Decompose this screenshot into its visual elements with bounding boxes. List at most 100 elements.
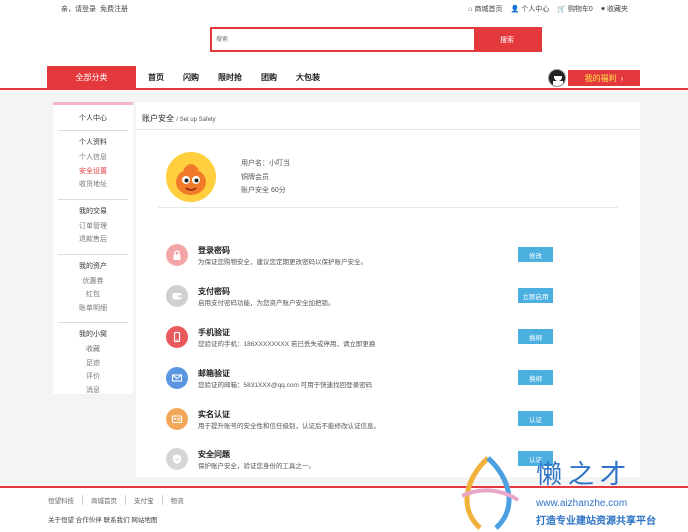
divider [136,129,640,130]
login-links: 亲，请登录 免费注册 [61,4,130,14]
sidebar-title: 个人中心 [79,115,107,122]
sidebar: 个人中心 个人资料 个人信息 安全设置 收货地址 我的交易 订单管理 退款售后 … [53,102,133,394]
welfare-area: 我的福利 › [548,69,640,87]
item-description: 启用支付密码功能，为您资产账户安全加把锁。 [198,300,335,307]
profile-level: 铜牌会员 [241,173,269,181]
item-description: 用于提升账号的安全性和信任级别，认证后不能修改认证信息。 [198,423,380,430]
rebind-email-button[interactable]: 换绑 [518,370,553,385]
avatar[interactable] [548,69,566,87]
security-item-login-password: 登录密码 为保证您购物安全，建议您定期更改密码以保护账户安全。 修改 [166,241,626,271]
sidebar-item-red-packets[interactable]: 红包 [53,288,133,302]
sidebar-item-footprints[interactable]: 足迹 [53,357,133,371]
top-right-links: ⌂ 商城首页 👤 个人中心 🛒 购物车0 ♥ 收藏夹 [468,4,628,14]
sidebar-item-orders[interactable]: 订单管理 [53,220,133,234]
footer-bottom-links[interactable]: 关于恒望 合作伙伴 联系我们 网站地图 [48,514,157,524]
id-card-icon [166,408,188,430]
sidebar-group-heading: 我的小窝 [79,331,107,338]
watermark: 懒之才 www.aizhanzhe.com 打造专业建站资源共享平台 [448,448,688,532]
sidebar-item-address[interactable]: 收货地址 [53,178,133,192]
sidebar-item-messages[interactable]: 消息 [53,384,133,398]
search-button[interactable]: 搜索 [474,29,540,50]
page-subtitle: / Set up Safety [176,117,216,123]
divider [58,130,128,131]
footer-link-logistics[interactable]: 物流 [171,495,192,505]
nav-flash-sale[interactable]: 闪购 [183,72,199,83]
shield-icon [166,448,188,470]
sidebar-group-assets: 我的资产 优惠券 红包 账单明细 [53,261,133,316]
sidebar-group-heading: 我的资产 [79,262,107,270]
sidebar-item-reviews[interactable]: 评价 [53,370,133,384]
item-description: 您验证的邮箱：5831XXX@qq.com 可用于快速找回登录密码 [198,382,373,389]
divider [58,198,128,200]
mail-icon [166,367,188,389]
lock-icon [166,244,188,266]
item-title: 实名认证 [198,410,230,419]
divider [158,207,618,208]
watermark-url: www.aizhanzhe.com [536,498,628,509]
search-bar: 搜索 [210,27,542,52]
nav-links: 首页 闪购 限时抢 团购 大包装 [148,72,339,83]
security-item-real-name: 实名认证 用于提升账号的安全性和信任级别，认证后不能修改认证信息。 认证 [166,405,626,435]
sidebar-group-heading: 个人资料 [79,139,107,146]
wallet-icon [166,285,188,307]
divider [58,253,128,255]
profile-info: 用户名：小叮当 铜牌会员 账户安全 60分 [241,157,381,198]
nav-limited[interactable]: 限时抢 [218,72,242,83]
sidebar-item-bills[interactable]: 账单明细 [53,302,133,316]
home-icon: ⌂ [468,5,473,13]
register-link[interactable]: 免费注册 [100,6,128,13]
enable-pay-password-button[interactable]: 立即启用 [518,288,553,303]
watermark-logo-icon [461,456,520,530]
sidebar-group-heading: 我的交易 [79,207,107,215]
footer-link-alipay[interactable]: 支付宝 [134,495,163,505]
item-title: 登录密码 [198,246,230,255]
nav-group-buy[interactable]: 团购 [261,72,277,83]
sidebar-item-security[interactable]: 安全设置 [53,165,133,179]
user-center-link[interactable]: 👤 个人中心 [511,4,550,14]
nav-home[interactable]: 首页 [148,72,164,83]
item-title: 手机验证 [198,328,230,337]
chevron-right-icon: › [620,73,624,83]
item-description: 为保证您购物安全，建议您定期更改密码以保护账户安全。 [198,259,367,266]
heart-icon: ♥ [600,5,605,13]
profile-username: 用户名：小叮当 [241,160,290,167]
header: 搜索 [0,18,688,66]
sidebar-item-refunds[interactable]: 退款售后 [53,233,133,247]
home-link[interactable]: ⌂ 商城首页 [468,4,502,14]
footer-link-company[interactable]: 恒望科技 [48,495,83,505]
cart-link[interactable]: 🛒 购物车0 [557,4,593,14]
item-title: 邮箱验证 [198,369,230,378]
my-welfare-button[interactable]: 我的福利 › [568,70,640,86]
sidebar-item-favorites[interactable]: 收藏 [53,343,133,357]
sidebar-group-profile: 个人资料 个人信息 安全设置 收货地址 [53,137,133,192]
nav-big-pack[interactable]: 大包装 [296,72,320,83]
footer-links: 恒望科技 商城首页 支付宝 物流 [48,495,200,505]
cart-icon: 🛒 [557,6,566,13]
security-item-pay-password: 支付密码 启用支付密码功能，为您资产账户安全加把锁。 立即启用 [166,282,626,312]
item-title: 安全问题 [198,450,230,459]
footer-link-home[interactable]: 商城首页 [91,495,126,505]
verify-identity-button[interactable]: 认证 [518,411,553,426]
sidebar-group-nest: 我的小窝 收藏 足迹 评价 消息 [53,329,133,397]
profile-avatar [166,152,216,202]
item-title: 支付密码 [198,287,230,296]
login-link[interactable]: 亲，请登录 [61,6,96,13]
all-categories-button[interactable]: 全部分类 [47,66,136,88]
sidebar-group-trade: 我的交易 订单管理 退款售后 [53,206,133,247]
search-input[interactable] [212,29,474,50]
user-icon: 👤 [510,6,520,13]
divider [58,322,128,323]
security-item-phone: 手机验证 您验证的手机：186XXXXXXXX 若已丢失或停用，请立即更换 换绑 [166,323,626,353]
watermark-slogan: 打造专业建站资源共享平台 [536,516,656,527]
favorites-link[interactable]: ♥ 收藏夹 [601,4,628,14]
page-title: 账户安全 / Set up Safety [142,114,216,123]
sidebar-item-personal-info[interactable]: 个人信息 [53,151,133,165]
sidebar-item-coupons[interactable]: 优惠券 [53,275,133,289]
top-bar: 亲，请登录 免费注册 ⌂ 商城首页 👤 个人中心 🛒 购物车0 ♥ 收藏夹 [0,0,688,18]
modify-password-button[interactable]: 修改 [518,247,553,262]
profile-card: 用户名：小叮当 铜牌会员 账户安全 60分 [166,152,290,202]
rebind-phone-button[interactable]: 换绑 [518,329,553,344]
item-description: 保护账户安全，验证您身份的工具之一。 [198,463,315,470]
security-item-email: 邮箱验证 您验证的邮箱：5831XXX@qq.com 可用于快速找回登录密码 换… [166,364,626,394]
watermark-title: 懒之才 [536,460,633,490]
